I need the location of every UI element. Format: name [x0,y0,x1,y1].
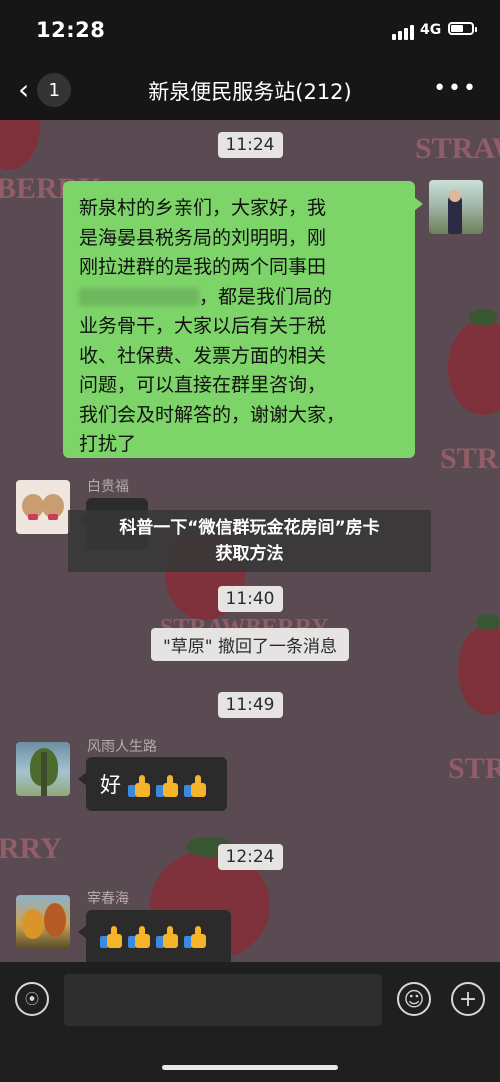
recall-notice: "草原" 撤回了一条消息 [0,628,500,661]
timestamp: 11:49 [0,692,500,718]
caption-overlay: 科普一下“微信群玩金花房间”房卡 获取方法 [68,510,431,572]
plus-icon[interactable]: + [451,982,485,1016]
thumbs-up-emoji [183,774,208,798]
blurred-names [79,288,199,306]
thumbs-up-emoji [100,925,124,949]
battery-icon [448,22,477,35]
avatar[interactable] [16,895,70,949]
emoji-icon[interactable]: ☺ [397,982,431,1016]
self-message-bubble[interactable]: 新泉村的乡亲们，大家好，我 是海晏县税务局的刘明明，刚 刚拉进群的是我的两个同事… [63,181,423,458]
sender-name: 风雨人生路 [87,739,157,755]
more-icon[interactable]: ••• [433,76,478,101]
caption-line: 科普一下“微信群玩金花房间”房卡 [119,518,380,538]
timestamp: 11:40 [0,586,500,612]
message-bubble[interactable] [78,910,231,962]
thumbs-up-emoji [184,925,208,949]
chat-header: ‹ 1 新泉便民服务站(212) ••• [0,58,500,120]
avatar[interactable] [429,180,483,234]
home-indicator[interactable] [162,1065,338,1070]
wallpaper-text: STR [448,752,500,785]
sender-name: 白贵福 [87,479,129,495]
network-type: 4G [420,22,442,38]
voice-icon[interactable]: ⦿ [15,982,49,1016]
message-input[interactable] [64,974,382,1026]
wallpaper-strawberry [448,308,500,415]
thumbs-up-emoji [128,925,152,949]
caption-line: 获取方法 [215,544,284,564]
chat-title: 新泉便民服务站(212) [148,80,352,104]
wallpaper-text: STR [440,442,499,475]
status-time: 12:28 [36,18,106,42]
timestamp: 12:24 [0,844,500,870]
thumbs-up-emoji [155,774,180,798]
sender-name: 宰春海 [87,891,129,907]
message-bubble[interactable]: 好 [78,757,227,811]
status-bar: 12:28 4G [0,0,500,58]
input-bar: ⦿ ☺ + [0,962,500,1082]
signal-icon [392,25,414,40]
avatar[interactable] [16,742,70,796]
thumbs-up-emoji [156,925,180,949]
avatar[interactable] [16,480,70,534]
thumbs-up-emoji [127,774,152,798]
timestamp: 11:24 [0,132,500,158]
